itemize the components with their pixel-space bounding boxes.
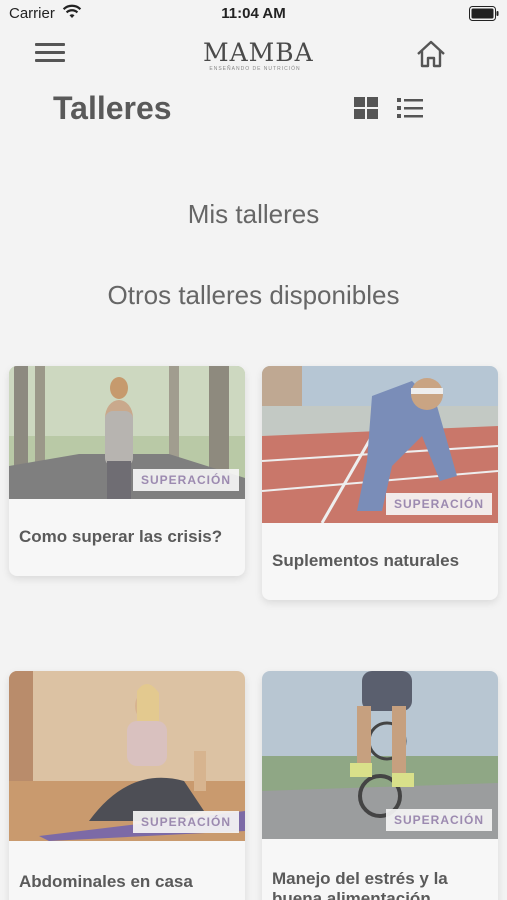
category-badge: SUPERACIÓN (132, 469, 239, 491)
hamburger-menu-icon-line (35, 59, 65, 62)
category-badge: SUPERACIÓN (132, 811, 239, 833)
hamburger-menu-icon (35, 43, 65, 46)
workshop-card[interactable]: SUPERACIÓN Suplementos naturales (262, 366, 498, 600)
workshop-image: SUPERACIÓN (262, 366, 498, 523)
workshop-title: Como superar las crisis? (19, 527, 223, 546)
workshop-title: Suplementos naturales (272, 551, 460, 570)
battery-icon (469, 6, 499, 21)
logo-tagline: ENSEÑANDO DE NUTRICIÓN (209, 66, 301, 72)
workshop-card[interactable]: SUPERACIÓN Abdominales en casa (9, 671, 245, 900)
workshop-image: SUPERACIÓN (9, 366, 245, 499)
home-icon[interactable] (414, 38, 448, 70)
list-view-icon[interactable] (396, 96, 424, 120)
hamburger-menu-icon-line (35, 51, 65, 54)
menu-button[interactable] (33, 38, 67, 68)
workshop-title: Abdominales en casa (19, 872, 193, 891)
category-badge: SUPERACIÓN (385, 493, 492, 515)
workshop-card[interactable]: SUPERACIÓN Manejo del estrés y la buena … (262, 671, 498, 900)
clock: 11:04 AM (221, 5, 286, 22)
other-workshops-heading: Otros talleres disponibles (107, 280, 400, 310)
page-header: Talleres (0, 84, 507, 134)
category-badge: SUPERACIÓN (385, 809, 492, 831)
workshop-image: SUPERACIÓN (9, 671, 245, 841)
grid-view-icon[interactable] (353, 96, 379, 120)
page-title: Talleres (53, 90, 172, 126)
brand-logo: MAMBA ENSEÑANDO DE NUTRICIÓN (203, 38, 314, 76)
workshop-title: Manejo del estrés y la buena alimentació… (272, 869, 448, 900)
workshop-image: SUPERACIÓN (262, 671, 498, 839)
nav-bar: MAMBA ENSEÑANDO DE NUTRICIÓN (0, 30, 507, 80)
my-workshops-heading: Mis talleres (187, 199, 320, 229)
logo-text: MAMBA (203, 38, 314, 67)
workshop-card[interactable]: SUPERACIÓN Como superar las crisis? (9, 366, 245, 576)
status-bar: Carrier 11:04 AM (0, 0, 507, 28)
